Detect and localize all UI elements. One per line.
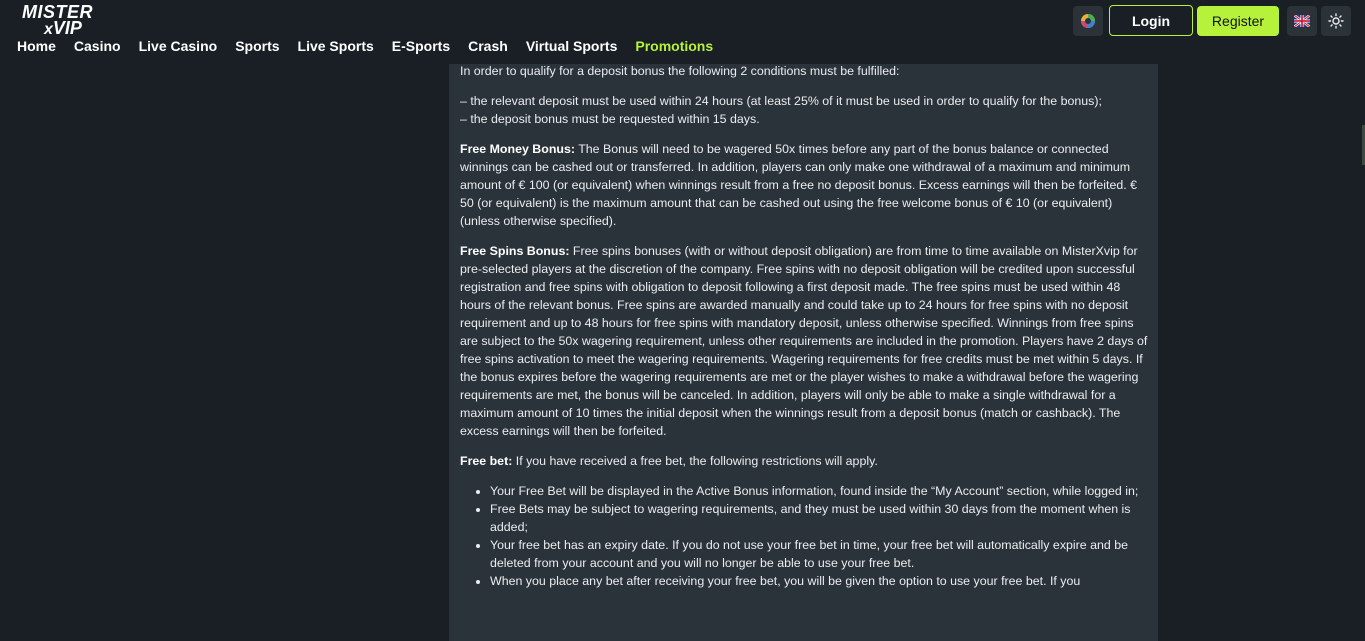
deposit-bonus-intro: In order to qualify for a deposit bonus … [460, 64, 900, 78]
nav-item-live-sports[interactable]: Live Sports [298, 38, 374, 54]
language-button[interactable] [1287, 5, 1317, 36]
nav-item-home[interactable]: Home [17, 38, 56, 54]
nav-item-sports[interactable]: Sports [235, 38, 279, 54]
terms-text: In order to qualify for a deposit bonus … [460, 64, 1150, 590]
free-money-bonus-title: Free Money Bonus: [460, 142, 575, 156]
sun-icon [1328, 12, 1344, 29]
list-item: Free Bets may be subject to wagering req… [490, 500, 1150, 536]
free-spins-bonus-text: Free spins bonuses (with or without depo… [460, 244, 1148, 438]
nav-item-casino[interactable]: Casino [74, 38, 121, 54]
free-bet-title: Free bet: [460, 454, 513, 468]
main-nav: Home Casino Live Casino Sports Live Spor… [17, 38, 731, 54]
free-spins-bonus-title: Free Spins Bonus: [460, 244, 570, 258]
nav-item-promotions[interactable]: Promotions [635, 38, 713, 54]
theme-toggle-button[interactable] [1321, 5, 1351, 36]
top-header: MISTER xVIP Home Casino Live Casino Spor… [0, 0, 1365, 64]
free-bet-list: Your Free Bet will be displayed in the A… [460, 482, 1150, 590]
chip-icon-button[interactable] [1073, 5, 1103, 36]
register-button[interactable]: Register [1197, 5, 1279, 36]
logo-line2: xVIP [44, 18, 82, 38]
free-spins-bonus-paragraph: Free Spins Bonus: Free spins bonuses (wi… [460, 242, 1150, 440]
list-item: Your Free Bet will be displayed in the A… [490, 482, 1150, 500]
site-logo[interactable]: MISTER xVIP [18, 2, 98, 38]
free-money-bonus-paragraph: Free Money Bonus: The Bonus will need to… [460, 140, 1150, 230]
login-button[interactable]: Login [1109, 5, 1193, 36]
free-bet-text: If you have received a free bet, the fol… [512, 454, 878, 468]
list-item: Your free bet has an expiry date. If you… [490, 536, 1150, 572]
uk-flag-icon [1294, 14, 1310, 27]
nav-item-live-casino[interactable]: Live Casino [139, 38, 218, 54]
nav-item-e-sports[interactable]: E-Sports [392, 38, 450, 54]
condition-2: – the deposit bonus must be requested wi… [460, 112, 760, 126]
header-controls: Login Register [1073, 5, 1351, 36]
condition-1: – the relevant deposit must be used with… [460, 94, 1102, 108]
free-bet-paragraph: Free bet: If you have received a free be… [460, 452, 1150, 470]
deposit-bonus-conditions: – the relevant deposit must be used with… [460, 92, 1150, 128]
chip-icon [1081, 13, 1095, 28]
nav-item-virtual-sports[interactable]: Virtual Sports [526, 38, 618, 54]
nav-item-crash[interactable]: Crash [468, 38, 508, 54]
promotions-terms-panel: In order to qualify for a deposit bonus … [449, 64, 1158, 641]
list-item: When you place any bet after receiving y… [490, 572, 1150, 590]
